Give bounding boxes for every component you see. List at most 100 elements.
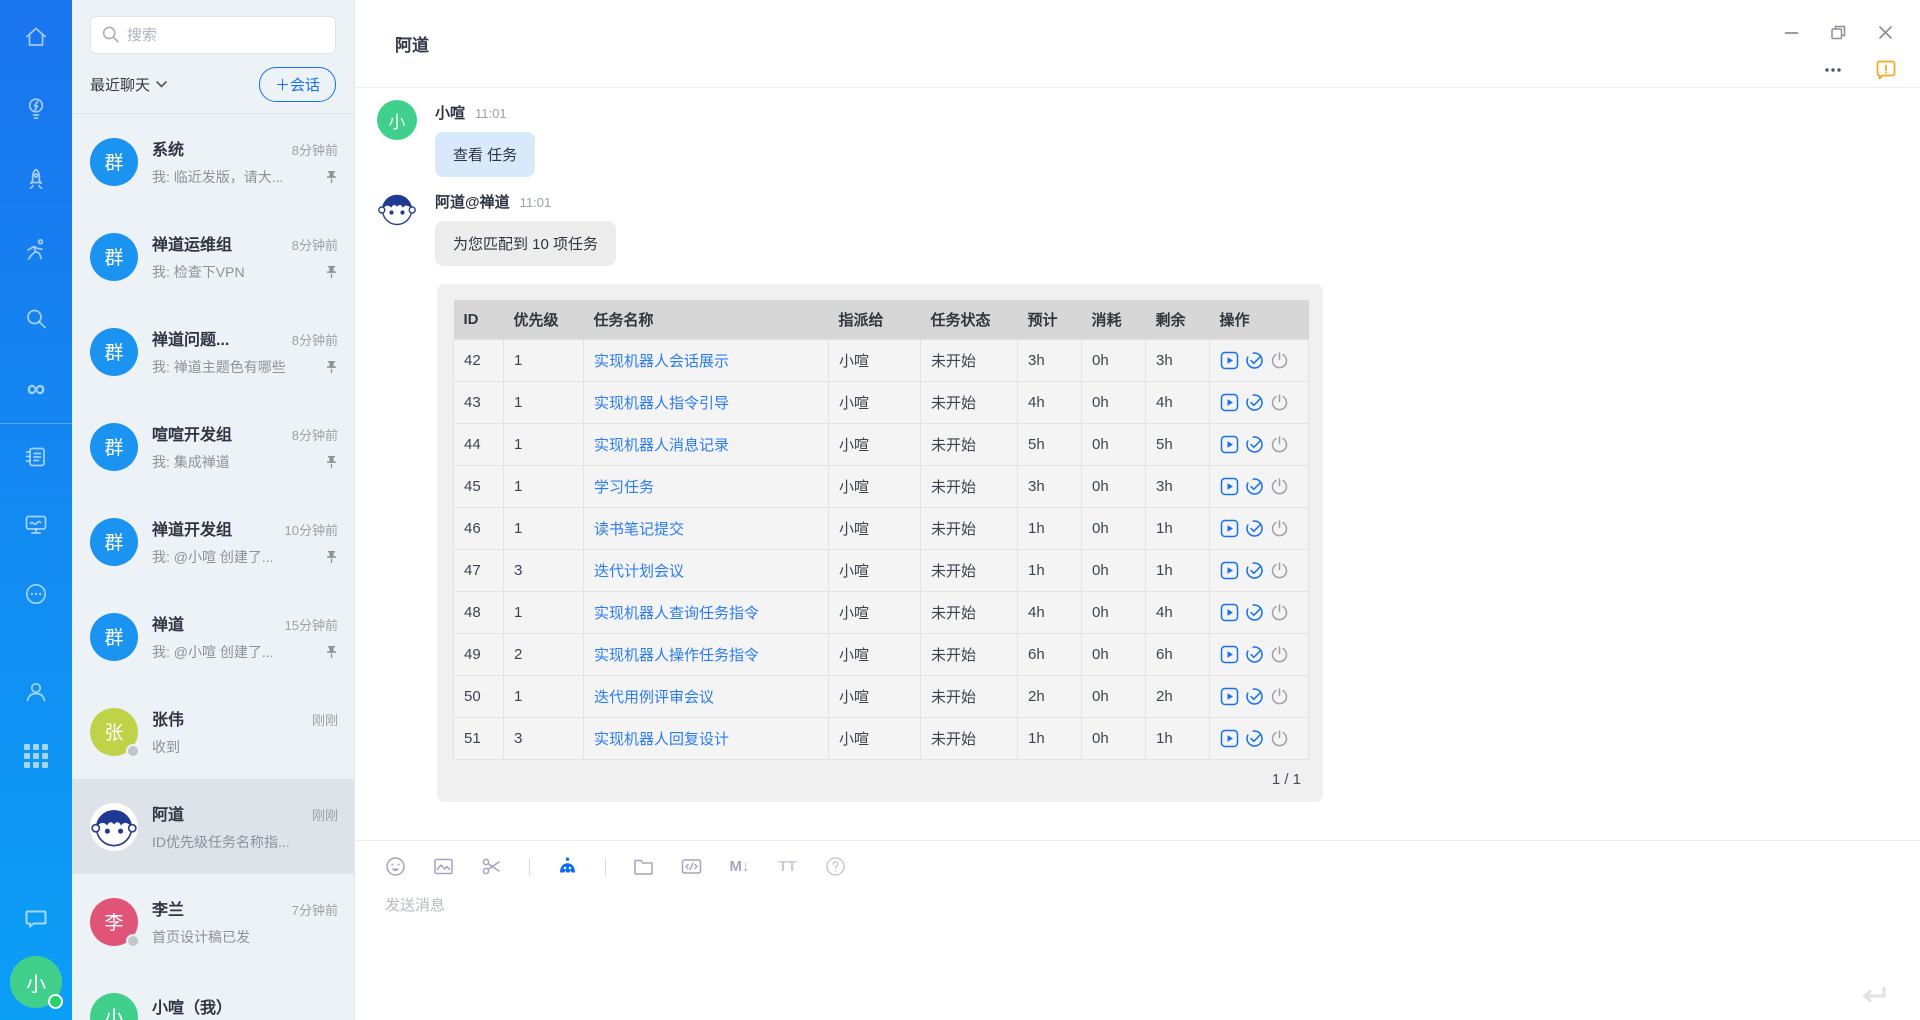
pagination: 1 / 1 (1271, 771, 1301, 788)
message-avatar[interactable]: 小 (377, 100, 417, 140)
close-task-icon[interactable] (1270, 435, 1289, 454)
chat-avatar: 群 (90, 232, 138, 281)
start-task-icon[interactable] (1220, 477, 1239, 496)
close-task-icon[interactable] (1270, 477, 1289, 496)
close-task-icon[interactable] (1270, 351, 1289, 370)
monitor-icon[interactable] (23, 511, 49, 537)
chat-avatar: 群 (90, 137, 138, 186)
task-assignee: 小喧 (828, 717, 921, 760)
close-task-icon[interactable] (1270, 603, 1289, 622)
chat-list-item[interactable]: 张 张伟 刚刚 收到 (72, 684, 354, 779)
my-avatar[interactable]: 小 (10, 956, 63, 1009)
close-task-icon[interactable] (1270, 645, 1289, 664)
search-input[interactable] (90, 16, 336, 54)
finish-task-icon[interactable] (1245, 435, 1264, 454)
enter-arrow-icon[interactable] (1858, 982, 1888, 1008)
task-name-link[interactable]: 迭代用例评审会议 (583, 675, 829, 718)
close-task-icon[interactable] (1270, 729, 1289, 748)
folder-icon[interactable] (633, 856, 654, 877)
rail-search-icon[interactable] (23, 306, 49, 332)
chat-list-item[interactable]: 李 李兰 7分钟前 首页设计稿已发 (72, 874, 354, 969)
lightbulb-icon[interactable] (23, 95, 49, 121)
notice-bubble-icon[interactable] (1874, 58, 1898, 82)
close-task-icon[interactable] (1270, 393, 1289, 412)
close-task-icon[interactable] (1270, 519, 1289, 538)
finish-task-icon[interactable] (1245, 645, 1264, 664)
help-icon[interactable] (825, 856, 846, 877)
start-task-icon[interactable] (1220, 729, 1239, 748)
table-row: 48 1 实现机器人查询任务指令 小喧 未开始 4h 0h 4h (453, 591, 1309, 634)
start-task-icon[interactable] (1220, 519, 1239, 538)
emoji-icon[interactable] (385, 856, 406, 877)
task-priority: 1 (503, 339, 584, 382)
start-task-icon[interactable] (1220, 561, 1239, 580)
start-task-icon[interactable] (1220, 351, 1239, 370)
table-row: 46 1 读书笔记提交 小喧 未开始 1h 0h 1h (453, 507, 1309, 550)
scissors-icon[interactable] (481, 856, 502, 877)
task-name-link[interactable]: 实现机器人查询任务指令 (583, 591, 829, 634)
task-status: 未开始 (920, 507, 1018, 550)
task-name-link[interactable]: 实现机器人会话展示 (583, 339, 829, 382)
chat-list-item[interactable]: 群 系统 8分钟前 我: 临近发版，请大... (72, 114, 354, 209)
message-avatar[interactable] (377, 189, 417, 229)
rail-divider (0, 423, 72, 424)
task-status: 未开始 (920, 633, 1018, 676)
code-icon[interactable] (681, 856, 702, 877)
home-icon[interactable] (23, 24, 49, 50)
task-name-link[interactable]: 读书笔记提交 (583, 507, 829, 550)
person-icon[interactable] (23, 679, 49, 705)
message-input[interactable]: 发送消息 (385, 894, 1920, 915)
start-task-icon[interactable] (1220, 393, 1239, 412)
finish-task-icon[interactable] (1245, 519, 1264, 538)
finish-task-icon[interactable] (1245, 561, 1264, 580)
start-task-icon[interactable] (1220, 603, 1239, 622)
more-menu-icon[interactable] (1822, 59, 1844, 81)
start-task-icon[interactable] (1220, 645, 1239, 664)
chat-bubble-icon[interactable] (23, 906, 49, 932)
task-name-link[interactable]: 实现机器人操作任务指令 (583, 633, 829, 676)
start-task-icon[interactable] (1220, 687, 1239, 706)
chat-list-item[interactable]: 群 禅道问题... 8分钟前 我: 禅道主题色有哪些 (72, 304, 354, 399)
chat-list-item[interactable]: 群 喧喧开发组 8分钟前 我: 集成禅道 (72, 399, 354, 494)
new-chat-button[interactable]: ＋会话 (258, 67, 336, 102)
image-icon[interactable] (433, 856, 454, 877)
column-header: 预计 (1017, 300, 1082, 340)
task-estimate: 1h (1017, 507, 1082, 550)
row-actions (1220, 351, 1298, 370)
task-status: 未开始 (920, 717, 1018, 760)
close-task-icon[interactable] (1270, 561, 1289, 580)
chat-list-item[interactable]: 阿道 刚刚 ID优先级任务名称指... (72, 779, 354, 874)
grid-icon[interactable] (23, 743, 49, 769)
finish-task-icon[interactable] (1245, 603, 1264, 622)
notebook-icon[interactable] (23, 444, 49, 470)
task-name-link[interactable]: 实现机器人回复设计 (583, 717, 829, 760)
restore-button[interactable] (1830, 24, 1847, 41)
robot-icon[interactable] (557, 856, 578, 877)
start-task-icon[interactable] (1220, 435, 1239, 454)
task-status: 未开始 (920, 339, 1018, 382)
recent-chats-dropdown[interactable]: 最近聊天 (90, 74, 167, 95)
close-task-icon[interactable] (1270, 687, 1289, 706)
finish-task-icon[interactable] (1245, 729, 1264, 748)
task-name-link[interactable]: 实现机器人指令引导 (583, 381, 829, 424)
text-format-icon[interactable]: TT (777, 856, 798, 877)
finish-task-icon[interactable] (1245, 687, 1264, 706)
chat-list-item[interactable]: 群 禅道 15分钟前 我: @小喧 创建了... (72, 589, 354, 684)
more-circle-icon[interactable] (23, 581, 49, 607)
task-name-link[interactable]: 学习任务 (583, 465, 829, 508)
chat-sidebar: 最近聊天 ＋会话 群 系统 8分钟前 我: 临近发版，请大... (72, 0, 355, 1020)
runner-icon[interactable] (23, 237, 49, 263)
chat-list-item[interactable]: 群 禅道运维组 8分钟前 我: 检查下VPN (72, 209, 354, 304)
markdown-icon[interactable]: M↓ (729, 856, 750, 877)
chat-list-item[interactable]: 群 禅道开发组 10分钟前 我: @小喧 创建了... (72, 494, 354, 589)
task-name-link[interactable]: 实现机器人消息记录 (583, 423, 829, 466)
rocket-icon[interactable] (23, 166, 49, 192)
close-button[interactable] (1877, 24, 1894, 41)
infinity-icon[interactable]: ∞ (23, 375, 49, 401)
finish-task-icon[interactable] (1245, 351, 1264, 370)
minimize-button[interactable] (1783, 24, 1800, 41)
finish-task-icon[interactable] (1245, 477, 1264, 496)
chat-list-item[interactable]: 小 小喧（我） (72, 969, 354, 1020)
finish-task-icon[interactable] (1245, 393, 1264, 412)
task-name-link[interactable]: 迭代计划会议 (583, 549, 829, 592)
